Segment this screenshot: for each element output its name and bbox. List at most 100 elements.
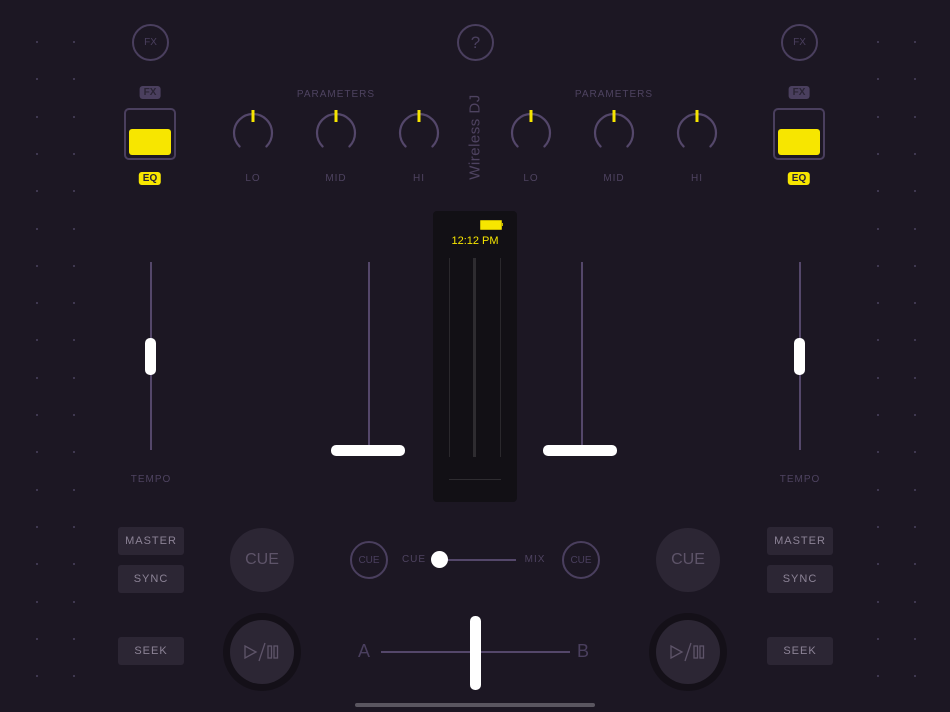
right-knob-mid-label: MID xyxy=(603,173,625,184)
left-master-button[interactable]: MASTER xyxy=(118,527,184,555)
meter-baseline xyxy=(449,479,501,480)
background-dot xyxy=(877,675,879,677)
right-seek-label: SEEK xyxy=(783,645,817,657)
right-eq-tag[interactable]: EQ xyxy=(787,172,811,185)
left-play-pause-button[interactable] xyxy=(230,620,294,684)
crossfader-thumb[interactable] xyxy=(470,616,481,690)
background-dot xyxy=(914,675,916,677)
right-play-pause-button[interactable] xyxy=(656,620,720,684)
right-knob-lo[interactable] xyxy=(506,108,556,158)
background-dot xyxy=(36,675,38,677)
battery-tip xyxy=(501,223,503,226)
background-dot xyxy=(877,563,879,565)
background-dot xyxy=(877,41,879,43)
left-knob-hi[interactable] xyxy=(394,108,444,158)
background-dot xyxy=(36,190,38,192)
background-dot xyxy=(73,78,75,80)
left-seek-button[interactable]: SEEK xyxy=(118,637,184,665)
left-headphone-cue-label: CUE xyxy=(358,554,380,566)
right-seek-button[interactable]: SEEK xyxy=(767,637,833,665)
left-volume-thumb[interactable] xyxy=(331,444,405,456)
left-knob-hi-label: HI xyxy=(413,173,425,184)
center-display: 12:12 PM xyxy=(433,211,517,502)
background-dot xyxy=(73,339,75,341)
left-cue-button[interactable]: CUE xyxy=(230,528,294,592)
background-dot xyxy=(36,526,38,528)
right-master-button[interactable]: MASTER xyxy=(767,527,833,555)
background-dot xyxy=(877,339,879,341)
left-headphone-cue-button[interactable]: CUE xyxy=(350,541,388,579)
left-fx-tag[interactable]: FX xyxy=(139,86,161,99)
right-fx-eq-toggle[interactable] xyxy=(773,108,825,160)
left-tempo-label: TEMPO xyxy=(130,474,172,485)
crossfader-b-label: B xyxy=(577,641,590,661)
right-parameters-label: PARAMETERS xyxy=(574,89,654,100)
right-volume-thumb[interactable] xyxy=(543,444,617,456)
right-headphone-cue-button[interactable]: CUE xyxy=(562,541,600,579)
left-seek-label: SEEK xyxy=(134,645,168,657)
right-volume-track[interactable] xyxy=(581,262,583,450)
help-icon: ? xyxy=(470,32,481,52)
background-dot xyxy=(73,228,75,230)
right-knob-lo-label: LO xyxy=(523,173,539,184)
background-dot xyxy=(73,153,75,155)
background-dot xyxy=(877,190,879,192)
background-dot xyxy=(877,414,879,416)
background-dot xyxy=(877,489,879,491)
left-master-label: MASTER xyxy=(125,535,177,547)
cue-mix-right-label: MIX xyxy=(524,554,546,565)
right-knob-mid[interactable] xyxy=(589,108,639,158)
background-dot xyxy=(36,339,38,341)
clock-time: 12:12 PM xyxy=(451,235,499,247)
background-dot xyxy=(36,302,38,304)
cue-mix-track[interactable] xyxy=(439,559,516,561)
left-sync-button[interactable]: SYNC xyxy=(118,565,184,593)
left-knob-lo[interactable] xyxy=(228,108,278,158)
background-dot xyxy=(36,153,38,155)
background-dot xyxy=(73,563,75,565)
right-knob-hi[interactable] xyxy=(672,108,722,158)
left-parameters-label: PARAMETERS xyxy=(296,89,376,100)
background-dot xyxy=(73,302,75,304)
left-tempo-thumb[interactable] xyxy=(145,337,156,375)
background-dot xyxy=(73,526,75,528)
background-dot xyxy=(73,414,75,416)
background-dot xyxy=(73,451,75,453)
left-sync-label: SYNC xyxy=(133,573,169,585)
right-fx-button[interactable]: FX xyxy=(781,24,818,61)
background-dot xyxy=(36,116,38,118)
background-dot xyxy=(36,414,38,416)
meter-right xyxy=(500,258,501,457)
background-dot xyxy=(73,638,75,640)
background-dot xyxy=(914,563,916,565)
right-cue-button[interactable]: CUE xyxy=(656,528,720,592)
home-indicator[interactable] xyxy=(355,703,595,707)
left-knob-mid[interactable] xyxy=(311,108,361,158)
left-fx-eq-toggle[interactable] xyxy=(124,108,176,160)
background-dot xyxy=(36,563,38,565)
left-knob-lo-label: LO xyxy=(245,173,261,184)
right-fx-tag[interactable]: FX xyxy=(788,86,810,99)
right-master-label: MASTER xyxy=(774,535,826,547)
background-dot xyxy=(914,228,916,230)
background-dot xyxy=(914,190,916,192)
right-toggle-indicator xyxy=(778,129,820,155)
help-button[interactable]: ? xyxy=(457,24,494,61)
background-dot xyxy=(73,601,75,603)
background-dot xyxy=(914,41,916,43)
right-tempo-thumb[interactable] xyxy=(794,337,805,375)
background-dot xyxy=(73,116,75,118)
right-sync-label: SYNC xyxy=(782,573,818,585)
background-dot xyxy=(914,377,916,379)
left-volume-track[interactable] xyxy=(368,262,370,450)
background-dot xyxy=(36,451,38,453)
right-knob-hi-label: HI xyxy=(691,173,703,184)
left-fx-button[interactable]: FX xyxy=(132,24,169,61)
left-eq-tag[interactable]: EQ xyxy=(138,172,162,185)
cue-mix-thumb[interactable] xyxy=(430,551,448,568)
right-sync-button[interactable]: SYNC xyxy=(767,565,833,593)
right-tempo-label: TEMPO xyxy=(779,474,821,485)
background-dot xyxy=(73,489,75,491)
battery-icon xyxy=(480,220,502,230)
background-dot xyxy=(36,78,38,80)
